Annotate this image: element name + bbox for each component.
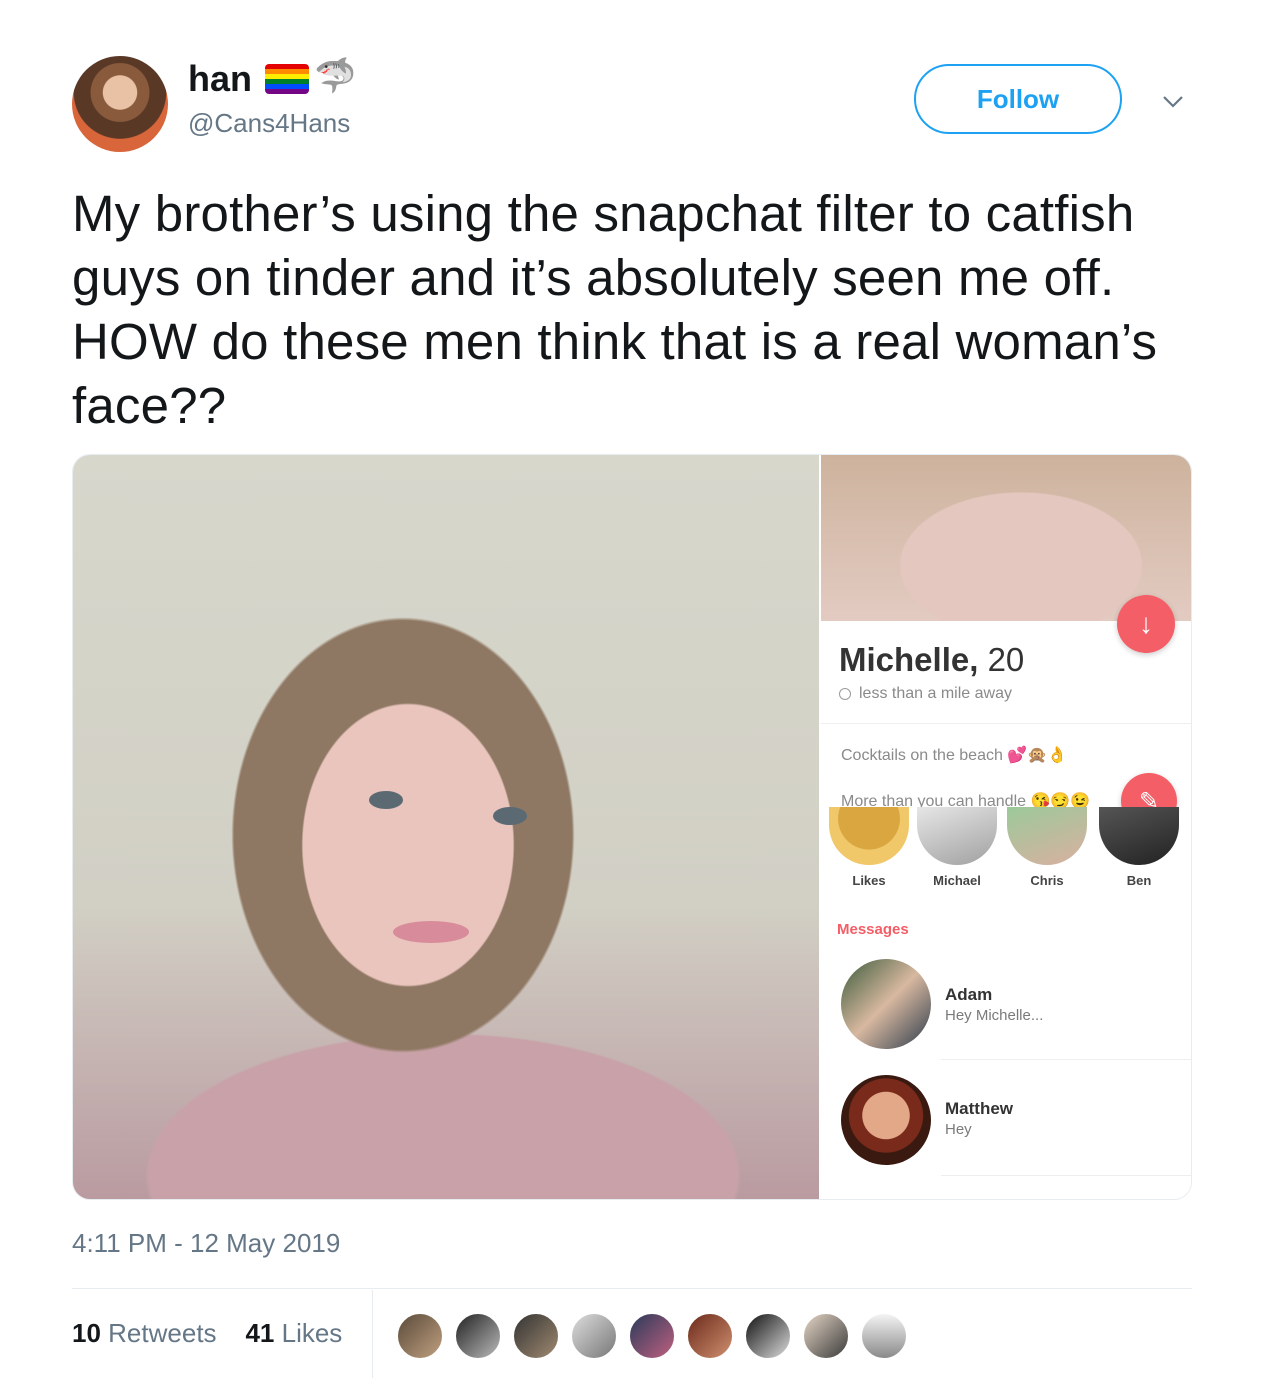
divider	[72, 1288, 1192, 1289]
retweets-link[interactable]: 10 Retweets	[72, 1318, 217, 1348]
likes-link[interactable]: 41 Likes	[245, 1318, 342, 1348]
tweet-media[interactable]: ↓ Michelle, 20 less than a mile away Coc…	[72, 454, 1192, 1200]
message-preview: Hey	[945, 1121, 972, 1138]
message-avatar	[841, 959, 931, 1049]
liker-avatar[interactable]	[570, 1312, 618, 1360]
match-avatar-michael	[917, 807, 997, 865]
profile-name: Michelle, 20	[839, 641, 1025, 678]
shark-icon: 🦈	[314, 57, 357, 95]
match-label: Chris	[1030, 873, 1064, 888]
liker-avatar[interactable]	[744, 1312, 792, 1360]
chevron-down-icon[interactable]	[1160, 88, 1186, 114]
match-avatar-likes	[829, 807, 909, 865]
liker-avatar[interactable]	[454, 1312, 502, 1360]
left-eye	[369, 791, 403, 809]
liker-avatar[interactable]	[686, 1312, 734, 1360]
author-name[interactable]: han	[188, 58, 252, 100]
liker-avatar[interactable]	[802, 1312, 850, 1360]
divider	[941, 1059, 1191, 1060]
author-handle[interactable]: @Cans4Hans	[188, 108, 350, 139]
message-name: Matthew	[945, 1099, 1013, 1118]
follow-button[interactable]: Follow	[914, 64, 1122, 134]
match-label: Ben	[1126, 873, 1152, 888]
liker-avatar[interactable]	[396, 1312, 444, 1360]
author-avatar[interactable]	[72, 56, 168, 152]
message-avatar	[841, 1075, 931, 1165]
tinder-screenshot[interactable]: ↓ Michelle, 20 less than a mile away Coc…	[821, 455, 1191, 1199]
messages-header: Messages	[837, 921, 909, 938]
right-eye	[493, 807, 527, 825]
match-label: Likes	[852, 873, 886, 888]
liker-avatar[interactable]	[512, 1312, 560, 1360]
message-preview: Hey Michelle...	[945, 1007, 1044, 1024]
tweet-timestamp[interactable]: 4:11 PM - 12 May 2019	[72, 1228, 340, 1259]
lips	[393, 921, 469, 943]
liker-avatar[interactable]	[860, 1312, 908, 1360]
profile-distance: less than a mile away	[839, 685, 1012, 703]
liker-avatar[interactable]	[628, 1312, 676, 1360]
bio-line-1: Cocktails on the beach 💕🙊👌	[841, 747, 1068, 764]
match-avatar-ben	[1099, 807, 1179, 865]
match-avatar-chris	[1007, 807, 1087, 865]
location-pin-icon	[839, 687, 851, 700]
match-label: Michael	[933, 873, 981, 888]
tweet-stats: 10 Retweets 41 Likes	[72, 1318, 342, 1349]
divider	[821, 723, 1191, 724]
divider	[941, 1175, 1191, 1176]
selfie-photo[interactable]	[73, 455, 819, 1199]
divider	[372, 1290, 373, 1378]
rainbow-flag-icon	[265, 64, 309, 94]
tweet-text: My brother’s using the snapchat filter t…	[72, 185, 1158, 434]
arrow-down-icon: ↓	[1117, 595, 1175, 653]
message-name: Adam	[945, 985, 993, 1004]
